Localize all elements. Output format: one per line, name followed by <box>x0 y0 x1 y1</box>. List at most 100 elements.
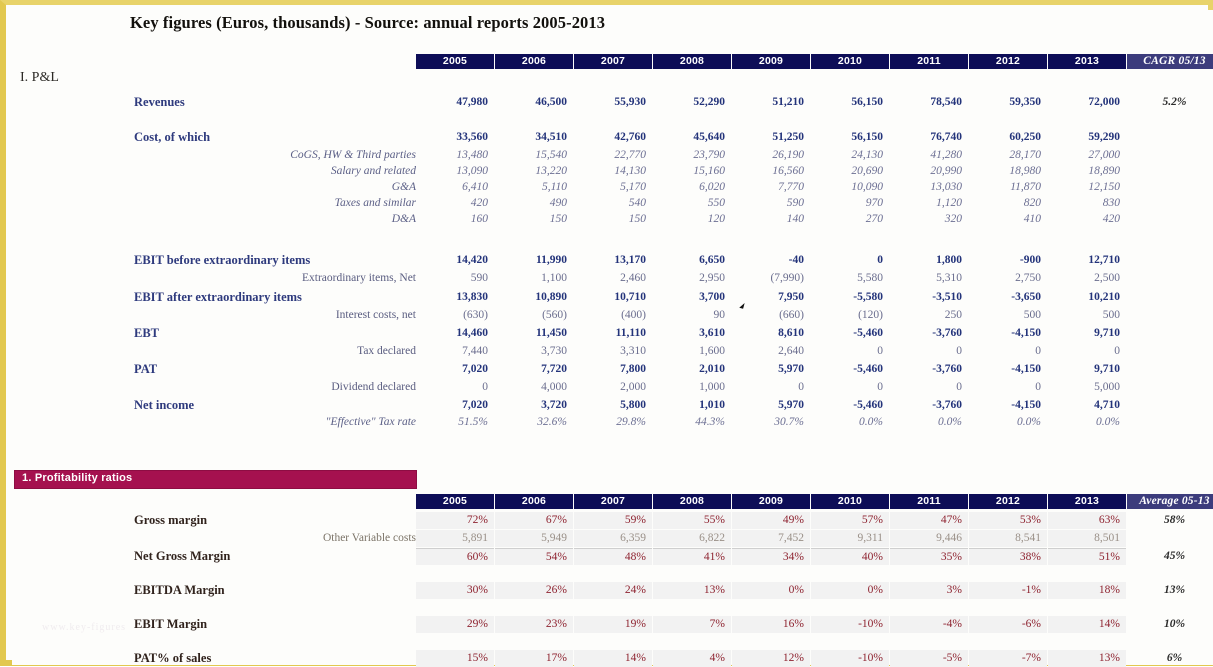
cell-2006[interactable]: 7,720 <box>495 361 573 378</box>
cell-2013[interactable]: 2,500 <box>1048 270 1126 287</box>
cell-2009[interactable]: 51,250 <box>732 129 810 146</box>
pl-year-2010[interactable]: 2010 <box>811 54 889 69</box>
cell-2012[interactable]: -4,150 <box>969 325 1047 342</box>
cell-2013[interactable]: 18% <box>1048 582 1126 599</box>
cell-summary[interactable] <box>1127 325 1213 342</box>
cell-2005[interactable]: 15% <box>416 650 494 667</box>
cell-2009[interactable]: (660) <box>732 307 810 324</box>
cell-2012[interactable]: 8,541 <box>969 530 1047 547</box>
cell-2008[interactable]: 6,822 <box>653 530 731 547</box>
cell-2007[interactable]: 42,760 <box>574 129 652 146</box>
cell-2009[interactable]: 12% <box>732 650 810 667</box>
cell-2012[interactable]: -6% <box>969 616 1047 633</box>
cell-2006[interactable]: 490 <box>495 195 573 212</box>
cell-2008[interactable]: 2,950 <box>653 270 731 287</box>
cell-summary[interactable]: 45% <box>1127 548 1213 565</box>
cell-2009[interactable]: 8,610 <box>732 325 810 342</box>
ratios-year-2009[interactable]: 2009 <box>732 494 810 509</box>
ratios-year-2011[interactable]: 2011 <box>890 494 968 509</box>
cell-2013[interactable]: 13% <box>1048 650 1126 667</box>
cell-summary[interactable] <box>1127 252 1213 269</box>
cell-2011[interactable]: 78,540 <box>890 94 968 111</box>
cell-2006[interactable]: 13,220 <box>495 163 573 180</box>
cell-2005[interactable]: 30% <box>416 582 494 599</box>
cell-2013[interactable]: 500 <box>1048 307 1126 324</box>
cell-2010[interactable]: 970 <box>811 195 889 212</box>
cell-2010[interactable]: -10% <box>811 616 889 633</box>
cell-2006[interactable]: (560) <box>495 307 573 324</box>
ratios-year-2013[interactable]: 2013 <box>1048 494 1126 509</box>
cell-2006[interactable]: 54% <box>495 548 573 565</box>
cell-2012[interactable]: 0 <box>969 379 1047 396</box>
cell-2010[interactable]: -5,460 <box>811 361 889 378</box>
cell-summary[interactable]: 58% <box>1127 512 1213 529</box>
cell-2006[interactable]: 150 <box>495 211 573 228</box>
cell-summary[interactable] <box>1127 397 1213 414</box>
cell-2011[interactable]: 3% <box>890 582 968 599</box>
cell-2013[interactable]: 51% <box>1048 548 1126 565</box>
cell-2006[interactable]: 5,949 <box>495 530 573 547</box>
cell-2011[interactable]: 41,280 <box>890 147 968 164</box>
cell-2009[interactable]: 7,770 <box>732 179 810 196</box>
cell-2006[interactable]: 11,990 <box>495 252 573 269</box>
cell-2012[interactable]: 410 <box>969 211 1047 228</box>
cell-2006[interactable]: 67% <box>495 512 573 529</box>
cell-2012[interactable]: 60,250 <box>969 129 1047 146</box>
cell-2005[interactable]: 13,480 <box>416 147 494 164</box>
cell-2005[interactable]: 14,460 <box>416 325 494 342</box>
cell-2008[interactable]: 1,600 <box>653 343 731 360</box>
cell-2011[interactable]: 320 <box>890 211 968 228</box>
cell-2008[interactable]: 52,290 <box>653 94 731 111</box>
cell-2011[interactable]: 47% <box>890 512 968 529</box>
cell-2011[interactable]: -4% <box>890 616 968 633</box>
cell-2010[interactable]: -5,580 <box>811 289 889 306</box>
cell-2010[interactable]: 24,130 <box>811 147 889 164</box>
cell-2006[interactable]: 32.6% <box>495 414 573 431</box>
cell-summary[interactable] <box>1127 414 1213 431</box>
cell-2007[interactable]: 24% <box>574 582 652 599</box>
cell-2006[interactable]: 11,450 <box>495 325 573 342</box>
cell-2009[interactable]: (7,990) <box>732 270 810 287</box>
cell-2007[interactable]: 55,930 <box>574 94 652 111</box>
cell-2010[interactable]: 5,580 <box>811 270 889 287</box>
cell-summary[interactable] <box>1127 289 1213 306</box>
cell-2010[interactable]: 10,090 <box>811 179 889 196</box>
cell-2013[interactable]: 59,290 <box>1048 129 1126 146</box>
cell-2009[interactable]: 5,970 <box>732 361 810 378</box>
cell-2007[interactable]: 48% <box>574 548 652 565</box>
cell-2005[interactable]: 33,560 <box>416 129 494 146</box>
cell-2012[interactable]: 53% <box>969 512 1047 529</box>
cell-2011[interactable]: 9,446 <box>890 530 968 547</box>
cell-2012[interactable]: 0 <box>969 343 1047 360</box>
cell-2006[interactable]: 10,890 <box>495 289 573 306</box>
cell-2010[interactable]: 0 <box>811 252 889 269</box>
cell-2013[interactable]: 9,710 <box>1048 325 1126 342</box>
cell-2011[interactable]: -3,510 <box>890 289 968 306</box>
cell-2006[interactable]: 1,100 <box>495 270 573 287</box>
cell-2013[interactable]: 63% <box>1048 512 1126 529</box>
cell-2013[interactable]: 420 <box>1048 211 1126 228</box>
cell-2008[interactable]: 6,020 <box>653 179 731 196</box>
cell-2006[interactable]: 3,730 <box>495 343 573 360</box>
cell-2010[interactable]: 20,690 <box>811 163 889 180</box>
cell-2005[interactable]: 7,020 <box>416 397 494 414</box>
cell-2007[interactable]: 11,110 <box>574 325 652 342</box>
cell-2005[interactable]: (630) <box>416 307 494 324</box>
cell-2011[interactable]: 76,740 <box>890 129 968 146</box>
cell-summary[interactable] <box>1127 343 1213 360</box>
cell-2013[interactable]: 12,710 <box>1048 252 1126 269</box>
cell-2011[interactable]: -3,760 <box>890 361 968 378</box>
cell-2005[interactable]: 160 <box>416 211 494 228</box>
cell-2011[interactable]: 0 <box>890 379 968 396</box>
cell-2010[interactable]: 57% <box>811 512 889 529</box>
cell-2007[interactable]: 150 <box>574 211 652 228</box>
cell-2011[interactable]: 1,800 <box>890 252 968 269</box>
cell-2007[interactable]: 14,130 <box>574 163 652 180</box>
cell-2012[interactable]: 500 <box>969 307 1047 324</box>
cell-summary[interactable] <box>1127 379 1213 396</box>
cell-2008[interactable]: 23,790 <box>653 147 731 164</box>
cell-2005[interactable]: 7,020 <box>416 361 494 378</box>
cell-2011[interactable]: 1,120 <box>890 195 968 212</box>
cell-2006[interactable]: 15,540 <box>495 147 573 164</box>
cell-2011[interactable]: 5,310 <box>890 270 968 287</box>
